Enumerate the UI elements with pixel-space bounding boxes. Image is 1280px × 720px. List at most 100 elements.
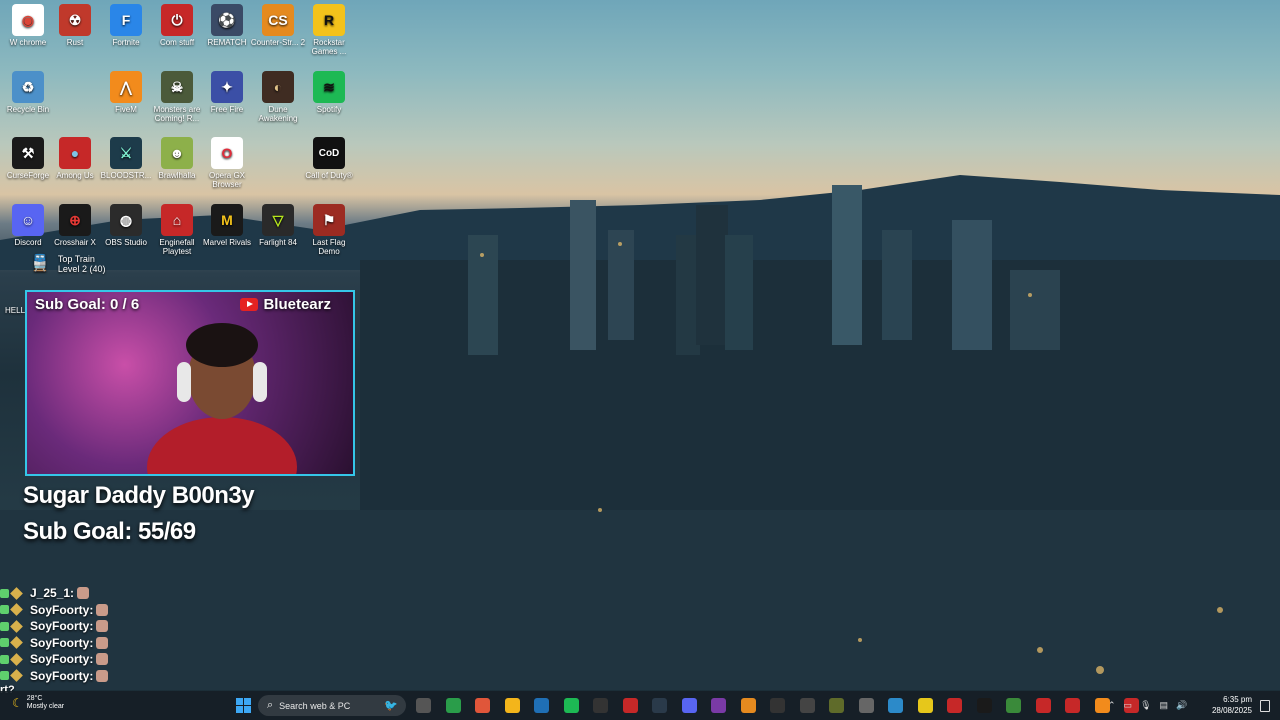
desktop-icon[interactable]: ● Among Us xyxy=(47,137,103,180)
taskbar-app-icon[interactable] xyxy=(593,698,608,713)
taskbar-app-icon[interactable] xyxy=(563,698,579,713)
taskbar-app-icon[interactable] xyxy=(799,698,815,713)
desktop-icon[interactable]: ⋀ FiveM xyxy=(98,71,154,114)
taskbar-app-icon[interactable] xyxy=(858,698,874,713)
app-icon: F xyxy=(110,4,142,36)
app-icon: ⚔ xyxy=(110,137,142,169)
desktop-icon-label: Fortnite xyxy=(112,38,140,47)
taskbar-clock[interactable]: 6:35 pm 28/08/2025 xyxy=(1212,694,1252,716)
desktop-icon-label: BLOODSTR... xyxy=(100,171,152,180)
desktop-icon[interactable]: ⌂ Enginefall Playtest xyxy=(149,204,205,256)
chat-message: SoyFoorty: xyxy=(0,619,109,633)
mic-icon[interactable]: 🎙 xyxy=(1140,700,1159,710)
overlay-sub-goal-text: Sub Goal: 55/69 xyxy=(23,518,196,545)
subscriber-badge-icon xyxy=(0,654,9,664)
top-train-widget: 🚆 Top Train Level 2 (40) xyxy=(30,254,105,274)
desktop-icon-label: Counter-Str... 2 xyxy=(250,38,306,47)
desktop-icon[interactable]: ≋ Spotify xyxy=(301,71,357,114)
search-placeholder: Search web & PC xyxy=(279,700,351,711)
youtube-icon xyxy=(240,298,259,311)
desktop-icon[interactable]: M Marvel Rivals xyxy=(199,204,255,247)
desktop-icon-label: Opera GX Browser xyxy=(208,171,245,189)
desktop-icon[interactable]: ⚑ Last Flag Demo xyxy=(301,204,357,256)
desktop-icon-label: Com stuff xyxy=(159,38,195,47)
desktop-icon-label: Rockstar Games ... xyxy=(311,38,347,56)
volume-icon[interactable]: 🔊 xyxy=(1176,700,1195,710)
desktop-icon-label: Call of Duty® xyxy=(305,171,353,180)
desktop-icon-label: OBS Studio xyxy=(105,238,147,247)
taskbar-app-icon[interactable] xyxy=(681,698,697,713)
app-icon: R xyxy=(313,4,345,36)
start-button[interactable] xyxy=(236,698,251,713)
emote-icon xyxy=(96,669,109,682)
taskbar-app-icon[interactable] xyxy=(947,698,962,713)
desktop-icon-label: Among Us xyxy=(56,171,94,180)
desktop-icon[interactable]: ✦ Free Fire xyxy=(199,71,255,114)
taskbar-app-icon[interactable] xyxy=(740,698,756,713)
taskbar-app-icon[interactable] xyxy=(504,698,520,713)
desktop-icon-label: Last Flag Demo xyxy=(312,238,346,256)
app-icon: ⚒ xyxy=(12,137,44,169)
desktop-icon-label: Marvel Rivals xyxy=(202,238,251,247)
taskbar-app-icon[interactable] xyxy=(622,698,638,713)
app-icon: ☠ xyxy=(161,71,193,103)
desktop-icon-label: FiveM xyxy=(115,105,137,114)
taskbar-app-icon[interactable] xyxy=(917,698,933,713)
network-icon[interactable]: ▤ xyxy=(1160,700,1177,710)
app-icon: ☺ xyxy=(12,204,44,236)
desktop-icon[interactable]: ⏻ Com stuff xyxy=(149,4,205,47)
notification-icon[interactable] xyxy=(1260,700,1270,712)
desktop-icon-label: Free Fire xyxy=(210,105,244,114)
chevron-up-icon[interactable]: ⌃ xyxy=(1108,700,1124,710)
chat-message: J_25_1: xyxy=(0,586,90,600)
desktop-icon[interactable]: ☠ Monsters are Coming! R... xyxy=(149,71,205,123)
taskbar-app-icon[interactable] xyxy=(652,698,667,713)
chat-username: J_25_1: xyxy=(30,586,75,600)
search-icon: ⌕ xyxy=(267,699,274,711)
desktop-icon[interactable]: R Rockstar Games ... xyxy=(301,4,357,56)
taskbar-app-icon[interactable] xyxy=(829,698,844,713)
desktop-icon[interactable]: CoD Call of Duty® xyxy=(301,137,357,180)
desktop-icon[interactable]: ☻ Brawlhalla xyxy=(149,137,205,180)
app-icon: ☻ xyxy=(161,137,193,169)
taskbar-app-icon[interactable] xyxy=(416,698,431,713)
app-icon: ♻ xyxy=(12,71,44,103)
taskbar-app-icon[interactable] xyxy=(976,698,992,713)
app-icon: ☢ xyxy=(59,4,91,36)
desktop-icon-label: Crosshair X xyxy=(54,238,96,247)
chat-username: SoyFoorty: xyxy=(30,652,94,666)
taskbar-app-icon[interactable] xyxy=(1065,698,1080,713)
desktop-icon[interactable]: ⊕ Crosshair X xyxy=(47,204,103,247)
desktop-icon-label: Dune Awakening xyxy=(258,105,298,123)
desktop-icon[interactable]: ◐ Dune Awakening xyxy=(250,71,306,123)
taskbar-app-icon[interactable] xyxy=(1035,698,1051,713)
desktop-icon[interactable]: F Fortnite xyxy=(98,4,154,47)
usb-icon[interactable]: ▭ xyxy=(1124,700,1141,710)
taskbar-app-icon[interactable] xyxy=(770,698,785,713)
desktop-icon[interactable]: O Opera GX Browser xyxy=(199,137,255,189)
taskbar-app-icon[interactable] xyxy=(534,698,549,713)
desktop-icon[interactable]: ♻ Recycle Bin xyxy=(0,71,56,114)
subscriber-badge-icon xyxy=(0,638,9,647)
streamer-figure xyxy=(147,323,297,474)
weather-desc: Mostly clear xyxy=(26,703,65,710)
desktop-icon[interactable]: ◍ OBS Studio xyxy=(98,204,154,247)
taskbar-app-icon[interactable] xyxy=(888,698,903,713)
taskbar-app-icon[interactable] xyxy=(711,698,726,713)
desktop-icon[interactable]: ☢ Rust xyxy=(47,4,103,47)
chat-username: SoyFoorty: xyxy=(30,668,94,683)
desktop-icon[interactable]: ⚔ BLOODSTR... xyxy=(98,137,154,180)
weather-widget[interactable]: ☾ 28°C Mostly clear xyxy=(12,695,64,711)
desktop-icon[interactable]: CS Counter-Str... 2 xyxy=(250,4,306,47)
hell-icon-label[interactable]: HELL xyxy=(5,306,25,315)
taskbar-app-icon[interactable] xyxy=(475,698,490,713)
taskbar-app-icon[interactable] xyxy=(1006,698,1021,713)
desktop-icon[interactable]: ▽ Farlight 84 xyxy=(250,204,306,247)
taskbar-app-icon[interactable] xyxy=(445,698,461,713)
moderator-badge-icon xyxy=(10,586,23,600)
chat-username: SoyFoorty: xyxy=(30,602,94,617)
taskbar-search[interactable]: ⌕ Search web & PC 🐦 xyxy=(258,695,406,716)
desktop-icon[interactable]: ⚽ REMATCH xyxy=(199,4,255,47)
subscriber-badge-icon xyxy=(0,671,9,680)
emote-icon xyxy=(96,603,109,616)
